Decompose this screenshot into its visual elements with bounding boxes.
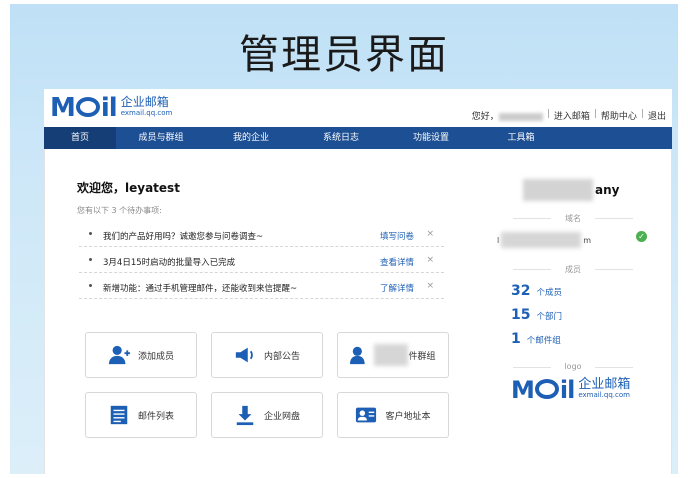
- todo-action-link[interactable]: 填写问卷: [380, 230, 414, 242]
- help-center-link[interactable]: 帮助中心: [601, 109, 637, 122]
- download-icon: [236, 405, 254, 426]
- close-icon[interactable]: ×: [426, 255, 434, 265]
- nav-system-log[interactable]: 系统日志: [296, 127, 386, 149]
- verified-check-icon: ✓: [636, 231, 647, 242]
- company-name: any: [523, 179, 619, 201]
- brand-logo[interactable]: Mil 企业邮箱 exmail.qq.com: [50, 95, 172, 121]
- slide-background: 管理员界面 Mil 企业邮箱 exmail.qq.com 您好， | 进入邮箱 …: [10, 4, 678, 474]
- todo-text[interactable]: 新增功能：通过手机管理邮件，还能收到来信提醒~: [103, 282, 297, 294]
- greeting: 您好，: [472, 109, 543, 122]
- nav-toolbox[interactable]: 工具箱: [476, 127, 566, 149]
- tile-label: 企业网盘: [263, 411, 300, 422]
- add-member-button[interactable]: 添加成员: [85, 332, 197, 378]
- bullet-icon: [89, 284, 92, 287]
- announcement-button[interactable]: 内部公告: [211, 332, 323, 378]
- company-logo: Mil 企业邮箱 exmail.qq.com: [511, 376, 631, 404]
- bullet-icon: [89, 232, 92, 235]
- todo-text[interactable]: 我们的产品好用吗？诚邀您参与问卷调查~: [103, 230, 263, 242]
- mail-list-button[interactable]: 邮件列表: [85, 392, 197, 438]
- add-user-icon: [108, 345, 130, 365]
- todo-hint: 您有以下 3 个待办事项:: [77, 206, 162, 215]
- logo-cn: 企业邮箱: [120, 95, 169, 109]
- main-content: 欢迎您，leyatest 您有以下 3 个待办事项: 我们的产品好用吗？诚邀您参…: [44, 149, 672, 474]
- user-bar: 您好， | 进入邮箱 | 帮助中心 | 退出: [471, 109, 666, 122]
- domain-blur: [501, 232, 582, 248]
- slide-title: 管理员界面: [239, 32, 449, 78]
- username-blur: [498, 112, 543, 121]
- enter-mailbox-link[interactable]: 进入邮箱: [554, 109, 590, 122]
- logo-url: exmail.qq.com: [120, 109, 173, 117]
- list-icon: [110, 405, 128, 425]
- todo-list: 我们的产品好用吗？诚邀您参与问卷调查~ 填写问卷 × 3月4日15时启动的批量导…: [79, 221, 444, 299]
- todo-action-link[interactable]: 查看详情: [380, 256, 414, 268]
- tile-label: 添加成员: [137, 351, 174, 362]
- department-count[interactable]: 15 个部门: [511, 307, 562, 323]
- logo-label: logo: [513, 362, 633, 371]
- todo-item: 3月4日15时启动的批量导入已完成 查看详情 ×: [79, 247, 444, 273]
- contact-card-icon: [356, 407, 377, 423]
- tile-label: 客户地址本: [385, 411, 431, 422]
- nav-feature-settings[interactable]: 功能设置: [386, 127, 476, 149]
- address-book-button[interactable]: 客户地址本: [337, 392, 449, 438]
- todo-item: 新增功能：通过手机管理邮件，还能收到来信提醒~ 了解详情 ×: [79, 273, 444, 299]
- nav-home[interactable]: 首页: [44, 127, 116, 149]
- company-disk-button[interactable]: 企业网盘: [211, 392, 323, 438]
- todo-item: 我们的产品好用吗？诚邀您参与问卷调查~ 填写问卷 ×: [79, 221, 444, 247]
- todo-text[interactable]: 3月4日15时启动的批量导入已完成: [103, 256, 235, 268]
- tile-label: 邮件列表: [137, 411, 174, 422]
- top-bar: Mil 企业邮箱 exmail.qq.com 您好， | 进入邮箱 | 帮助中心…: [44, 89, 672, 127]
- main-nav: 首页 成员与群组 我的企业 系统日志 功能设置 工具箱: [44, 127, 672, 149]
- close-icon[interactable]: ×: [426, 229, 434, 239]
- tile-label: 件群组: [408, 351, 436, 362]
- nav-my-company[interactable]: 我的企业: [206, 127, 296, 149]
- member-count[interactable]: 32 个成员: [511, 283, 562, 299]
- mail-group-count[interactable]: 1 个邮件组: [511, 331, 561, 347]
- tile-label: 内部公告: [263, 351, 300, 362]
- logo-mark: Mil: [50, 93, 118, 123]
- megaphone-icon: [235, 347, 253, 363]
- bullet-icon: [89, 258, 92, 261]
- company-name-blur: [523, 179, 593, 201]
- members-label: 成员: [513, 264, 633, 275]
- nav-members-groups[interactable]: 成员与群组: [116, 127, 206, 149]
- admin-window: Mil 企业邮箱 exmail.qq.com 您好， | 进入邮箱 | 帮助中心…: [44, 89, 672, 474]
- company-panel: any 域名 l m ✓ 成员 32 个成员 15 个部门 1 个邮件组 logo M…: [473, 149, 673, 474]
- logout-link[interactable]: 退出: [648, 109, 666, 122]
- domain-value: l m ✓: [497, 231, 647, 248]
- mail-group-button[interactable]: 件群组: [337, 332, 449, 378]
- group-icon: [350, 346, 366, 365]
- domain-label: 域名: [513, 213, 633, 224]
- close-icon[interactable]: ×: [426, 281, 434, 291]
- logo-mark: Mil: [511, 376, 575, 404]
- welcome-text: 欢迎您，leyatest: [77, 181, 180, 195]
- todo-action-link[interactable]: 了解详情: [380, 282, 414, 294]
- blurred-area: [374, 344, 409, 366]
